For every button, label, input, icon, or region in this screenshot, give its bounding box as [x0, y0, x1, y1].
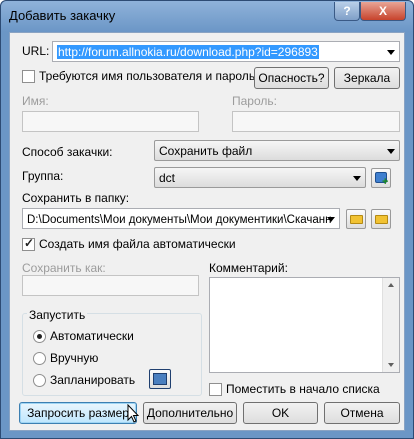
start-auto-label: Автоматически [50, 329, 134, 343]
auto-name-checkbox[interactable] [22, 236, 35, 251]
query-size-button[interactable]: Запросить размер [19, 402, 137, 424]
start-auto-radio[interactable] [33, 330, 46, 343]
start-schedule-label: Запланировать [50, 373, 136, 387]
danger-button[interactable]: Опасность? [254, 67, 329, 89]
auth-checkbox[interactable] [22, 70, 35, 83]
chevron-down-icon[interactable] [387, 50, 395, 55]
cancel-button[interactable]: Отмена [324, 402, 400, 424]
window-title: Добавить закачку [9, 8, 116, 23]
group-label: Группа: [22, 169, 64, 183]
start-manual-label: Вручную [50, 351, 99, 365]
auto-name-label: Создать имя файла автоматически [39, 237, 236, 251]
url-label: URL: [22, 44, 50, 58]
scroll-down-icon[interactable] [388, 363, 394, 367]
folder-icon [350, 215, 363, 224]
group-select[interactable]: dct [154, 167, 366, 188]
password-input[interactable] [232, 111, 400, 132]
password-label: Пароль: [232, 94, 277, 108]
save-folder-combobox[interactable]: D:\Documents\Мои документы\Мои документи… [22, 208, 340, 229]
username-input[interactable] [22, 111, 199, 132]
url-input[interactable]: http://forum.allnokia.ru/download.php?id… [57, 45, 319, 59]
top-of-list-checkbox[interactable] [209, 383, 222, 396]
save-as-label: Сохранить как: [22, 261, 106, 275]
folder-open-icon [375, 215, 388, 224]
help-button[interactable]: ? [334, 2, 360, 21]
save-folder-input[interactable]: D:\Documents\Мои документы\Мои документи… [27, 214, 331, 226]
username-label: Имя: [22, 94, 49, 108]
dialog-window: Добавить закачку ? X URL: http://forum.a… [0, 0, 414, 439]
chevron-down-icon[interactable] [387, 149, 395, 154]
close-button[interactable]: X [360, 2, 406, 21]
download-method-label: Способ закачки: [22, 145, 113, 159]
comment-textarea[interactable] [209, 277, 400, 373]
close-icon: X [378, 4, 387, 18]
add-group-button[interactable]: + [371, 168, 391, 188]
start-schedule-radio[interactable] [33, 374, 46, 387]
dialog-content: URL: http://forum.allnokia.ru/download.p… [9, 32, 405, 431]
schedule-button[interactable] [149, 369, 171, 389]
scroll-up-icon[interactable] [388, 283, 394, 287]
calendar-icon [153, 373, 167, 385]
download-method-value: Сохранить файл [159, 144, 253, 158]
ok-button[interactable]: OK [243, 402, 318, 424]
group-value: dct [159, 171, 176, 185]
comment-scrollbar[interactable] [382, 278, 399, 372]
url-combobox[interactable]: http://forum.allnokia.ru/download.php?id… [52, 41, 400, 62]
top-of-list-label: Поместить в начало списка [226, 382, 380, 396]
chevron-down-icon[interactable] [327, 217, 335, 222]
auth-checkbox-label: Требуются имя пользователя и пароль [39, 69, 256, 83]
chevron-down-icon[interactable] [353, 176, 361, 181]
browse-folder-button[interactable] [346, 209, 366, 229]
mouse-cursor-icon [127, 404, 140, 423]
advanced-button[interactable]: Дополнительно [143, 402, 237, 424]
save-as-input[interactable] [22, 275, 199, 296]
mirrors-button[interactable]: Зеркала [334, 67, 400, 89]
save-folder-label: Сохранить в папку: [22, 191, 130, 205]
title-bar[interactable]: Добавить закачку ? X [1, 1, 413, 32]
download-method-select[interactable]: Сохранить файл [154, 140, 400, 161]
comment-label: Комментарий: [209, 261, 288, 275]
start-legend: Запустить [27, 308, 88, 322]
open-folder-button[interactable] [371, 209, 391, 229]
start-manual-radio[interactable] [33, 352, 46, 365]
help-icon: ? [343, 4, 351, 18]
